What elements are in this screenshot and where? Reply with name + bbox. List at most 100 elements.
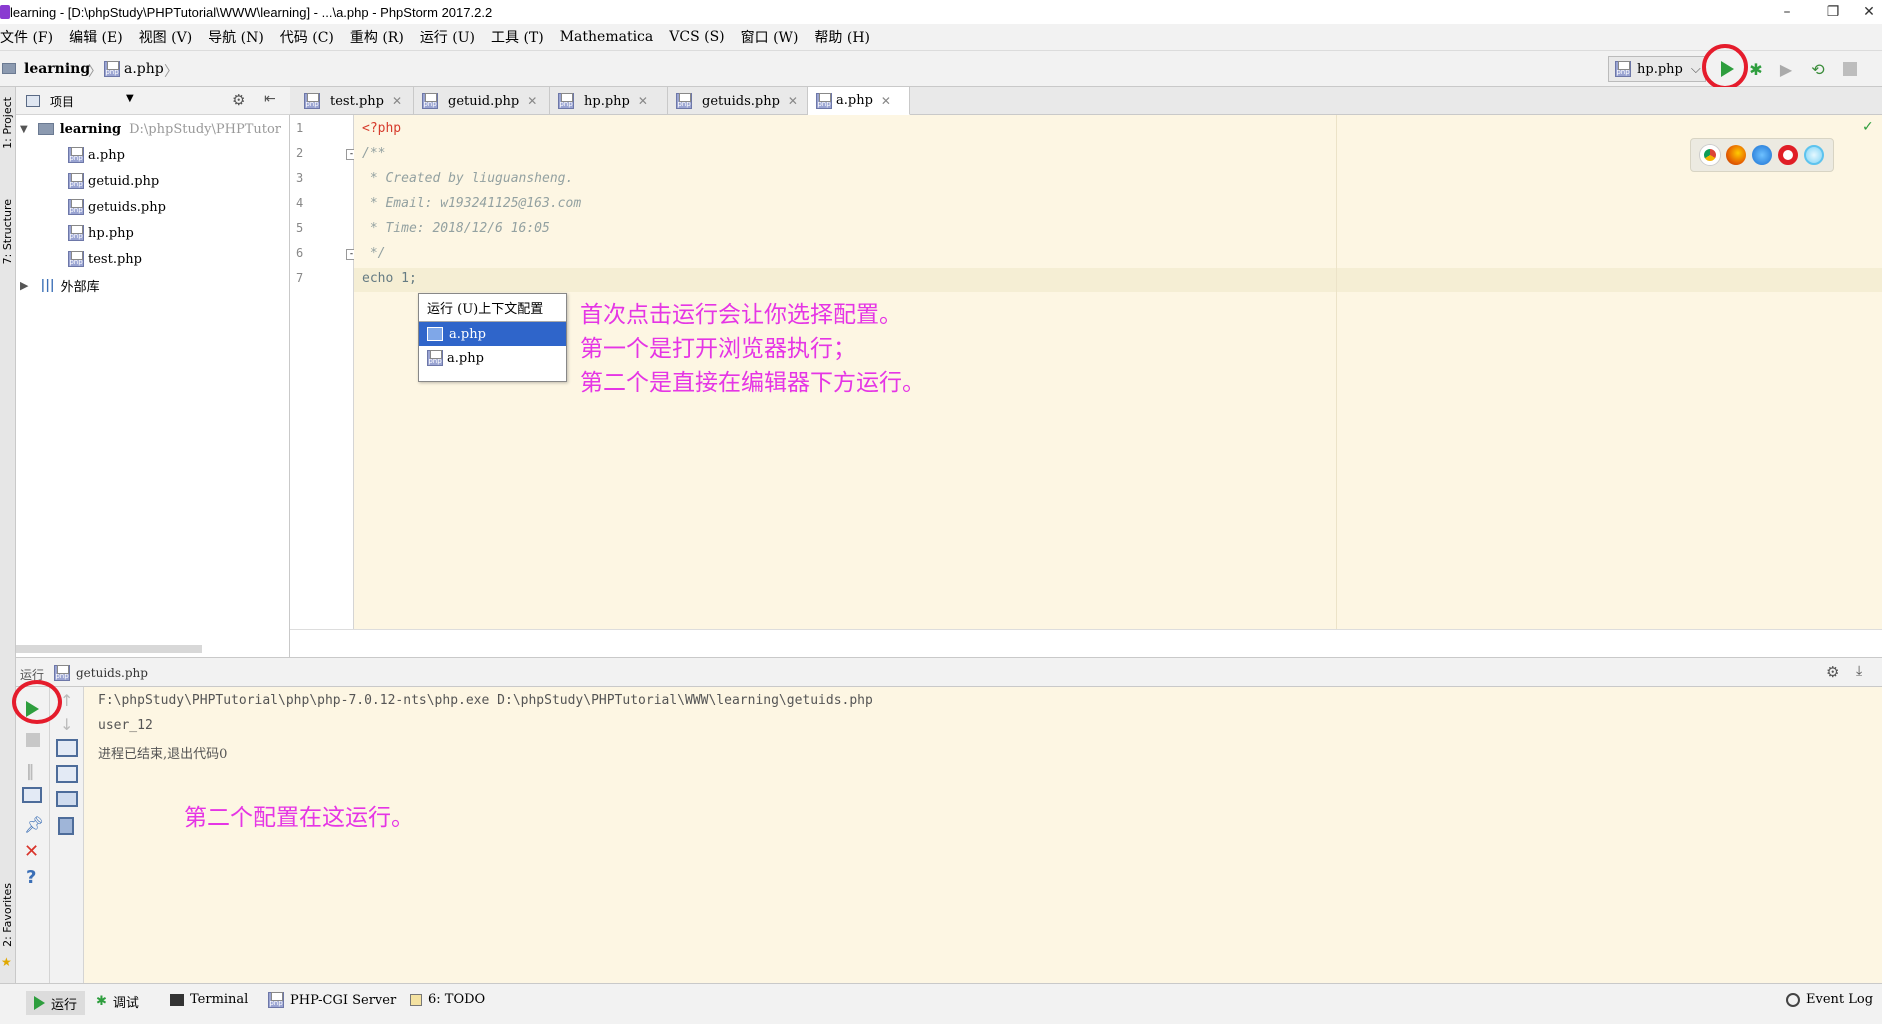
tree-file[interactable]: php hp.php bbox=[68, 221, 134, 245]
menu-refactor[interactable]: 重构 (R) bbox=[350, 27, 404, 47]
run-panel-header: 运行 php getuids.php ⚙ ⤓ bbox=[16, 657, 1882, 687]
tab-hp-php[interactable]: php hp.php ✕ bbox=[550, 87, 668, 115]
ie-icon[interactable] bbox=[1804, 145, 1824, 165]
gear-icon[interactable]: ⚙ bbox=[1826, 663, 1839, 681]
play-icon bbox=[34, 996, 45, 1010]
pin-icon[interactable]: 📌︎ bbox=[24, 815, 44, 834]
app-icon bbox=[0, 5, 10, 19]
tree-file[interactable]: php getuids.php bbox=[68, 195, 166, 219]
breadcrumb-separator-icon: 〉 bbox=[88, 64, 102, 80]
tool-window-debug[interactable]: ✱ 调试 bbox=[96, 992, 139, 1011]
collapse-icon[interactable]: ⇤ bbox=[264, 91, 276, 107]
project-panel: 项目 ▼ ⚙ ⇤ ▼ learning D:\phpStudy\PHPTutor… bbox=[16, 87, 290, 657]
layout-icon[interactable] bbox=[22, 787, 42, 803]
soft-wrap-icon[interactable] bbox=[56, 739, 78, 757]
arrow-up-icon[interactable]: ↑ bbox=[60, 691, 73, 710]
run-config-label: hp.php bbox=[1637, 61, 1683, 77]
debug-button[interactable]: ✱ bbox=[1746, 59, 1766, 79]
close-icon[interactable]: ✕ bbox=[392, 94, 402, 108]
breadcrumb-file[interactable]: a.php bbox=[124, 61, 164, 77]
tool-tab-structure[interactable]: 7: Structure bbox=[1, 199, 14, 264]
tree-root[interactable]: ▼ learning D:\phpStudy\PHPTutor bbox=[20, 117, 281, 141]
horizontal-scrollbar[interactable] bbox=[16, 645, 202, 653]
menu-navigate[interactable]: 导航 (N) bbox=[208, 27, 264, 47]
print-icon[interactable] bbox=[56, 791, 78, 807]
project-view-selector[interactable]: 项目 bbox=[50, 93, 74, 110]
annotation-line: 第二个是直接在编辑器下方运行。 bbox=[580, 370, 925, 396]
editor-hscroll[interactable] bbox=[290, 629, 1882, 657]
browser-launcher bbox=[1690, 138, 1834, 172]
menu-edit[interactable]: 编辑 (E) bbox=[69, 27, 123, 47]
run-config-selector[interactable]: php hp.php ⌵ bbox=[1608, 56, 1706, 82]
trash-icon[interactable] bbox=[58, 817, 74, 835]
menu-code[interactable]: 代码 (C) bbox=[280, 27, 334, 47]
scroll-end-icon[interactable] bbox=[56, 765, 78, 783]
tree-external-libs[interactable]: ▶ ||| 外部库 bbox=[20, 273, 100, 297]
opera-icon[interactable] bbox=[1778, 145, 1798, 165]
title-bar: learning - [D:\phpStudy\PHPTutorial\WWW\… bbox=[0, 0, 1882, 24]
tab-test-php[interactable]: php test.php ✕ bbox=[296, 87, 414, 115]
minimize-button[interactable]: – bbox=[1764, 0, 1810, 24]
close-icon[interactable]: ✕ bbox=[24, 841, 39, 862]
coverage-button[interactable]: ▶ bbox=[1776, 59, 1796, 79]
menu-window[interactable]: 窗口 (W) bbox=[741, 27, 799, 47]
menu-file[interactable]: 文件 (F) bbox=[0, 27, 53, 47]
annotation-line: 首次点击运行会让你选择配置。 bbox=[580, 302, 902, 328]
stop-icon bbox=[1843, 62, 1857, 76]
firefox-icon[interactable] bbox=[1726, 145, 1746, 165]
menu-tools[interactable]: 工具 (T) bbox=[491, 27, 544, 47]
close-button[interactable]: ✕ bbox=[1856, 0, 1882, 24]
help-icon[interactable]: ? bbox=[26, 867, 36, 888]
line-number: 4 bbox=[296, 196, 304, 210]
menu-help[interactable]: 帮助 (H) bbox=[814, 27, 870, 47]
menu-vcs[interactable]: VCS (S) bbox=[669, 29, 724, 45]
tool-window-todo[interactable]: 6: TODO bbox=[410, 992, 485, 1007]
tree-file[interactable]: php getuid.php bbox=[68, 169, 159, 193]
php-file-icon: php bbox=[268, 992, 284, 1008]
popup-item-script[interactable]: php a.php bbox=[419, 346, 566, 370]
pause-icon[interactable]: ‖ bbox=[26, 761, 34, 780]
stop-icon[interactable] bbox=[26, 733, 40, 747]
run-panel-config[interactable]: getuids.php bbox=[76, 666, 148, 680]
tab-getuid-php[interactable]: php getuid.php ✕ bbox=[414, 87, 550, 115]
tree-file[interactable]: php a.php bbox=[68, 143, 125, 167]
status-bar: 运行 ✱ 调试 Terminal php PHP-CGI Server 6: TOD… bbox=[0, 983, 1882, 1024]
tool-tab-project[interactable]: 1: Project bbox=[1, 97, 14, 149]
close-icon[interactable]: ✕ bbox=[527, 94, 537, 108]
stop-button[interactable] bbox=[1840, 59, 1860, 79]
line-number: 1 bbox=[296, 121, 304, 135]
hide-icon[interactable]: ⤓ bbox=[1856, 663, 1862, 679]
php-file-icon: php bbox=[68, 225, 84, 241]
close-icon[interactable]: ✕ bbox=[638, 94, 648, 108]
window-title: learning - [D:\phpStudy\PHPTutorial\WWW\… bbox=[10, 4, 493, 20]
run-console[interactable]: F:\phpStudy\PHPTutorial\php\php-7.0.12-n… bbox=[84, 687, 1882, 983]
tool-window-event-log[interactable]: Event Log bbox=[1786, 992, 1873, 1007]
php-file-icon: php bbox=[1615, 61, 1631, 77]
tree-file-label: a.php bbox=[88, 147, 125, 163]
chevron-down-icon[interactable]: ▼ bbox=[126, 93, 134, 104]
menu-run[interactable]: 运行 (U) bbox=[420, 27, 475, 47]
console-line: 进程已结束,退出代码0 bbox=[98, 747, 228, 762]
tab-getuids-php[interactable]: php getuids.php ✕ bbox=[668, 87, 808, 115]
line-number: 2 bbox=[296, 146, 304, 160]
rerun-button[interactable]: ⟲ bbox=[1808, 59, 1828, 79]
menu-mathematica[interactable]: Mathematica bbox=[560, 29, 654, 45]
tool-window-phpcgi[interactable]: php PHP-CGI Server bbox=[268, 992, 396, 1008]
restore-button[interactable]: ❐ bbox=[1810, 0, 1856, 24]
arrow-down-icon[interactable]: ↓ bbox=[60, 715, 73, 734]
tree-file[interactable]: php test.php bbox=[68, 247, 142, 271]
status-debug-label: 调试 bbox=[112, 996, 139, 1011]
tool-window-run[interactable]: 运行 bbox=[26, 991, 86, 1015]
close-icon[interactable]: ✕ bbox=[788, 94, 798, 108]
tool-window-terminal[interactable]: Terminal bbox=[170, 992, 248, 1007]
breadcrumb-project[interactable]: learning bbox=[24, 61, 90, 77]
close-icon[interactable]: ✕ bbox=[881, 94, 891, 108]
tab-a-php[interactable]: php a.php ✕ bbox=[808, 87, 910, 115]
menu-view[interactable]: 视图 (V) bbox=[139, 27, 192, 47]
popup-item-web[interactable]: a.php bbox=[419, 322, 566, 346]
tool-tab-favorites[interactable]: 2: Favorites bbox=[1, 883, 14, 947]
code-line: * Email: w193241125@163.com bbox=[362, 196, 582, 211]
safari-icon[interactable] bbox=[1752, 145, 1772, 165]
chrome-icon[interactable] bbox=[1700, 145, 1720, 165]
gear-icon[interactable]: ⚙ bbox=[232, 91, 245, 109]
